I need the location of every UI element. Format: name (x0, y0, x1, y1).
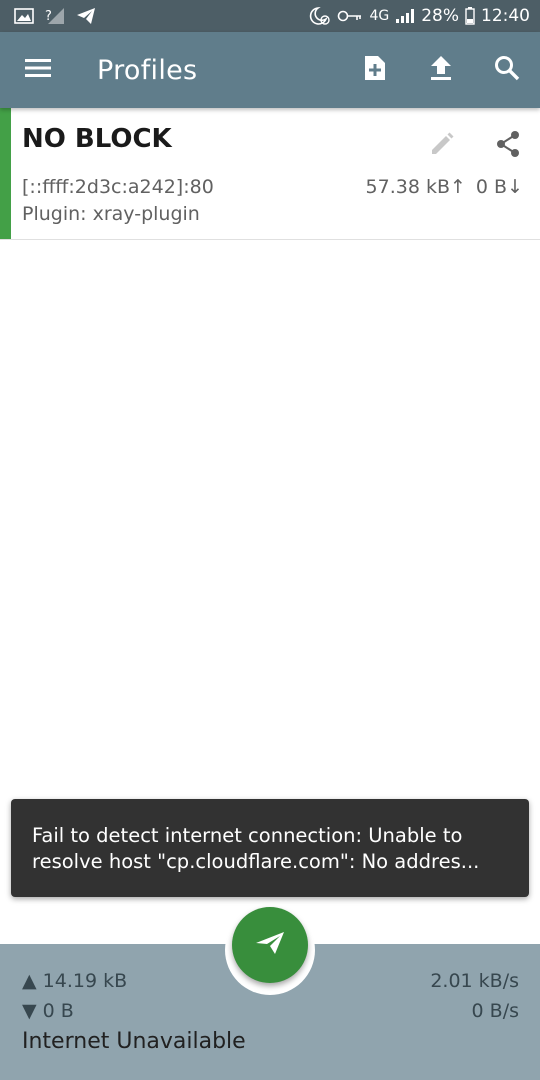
share-icon (495, 130, 521, 162)
image-icon (14, 8, 34, 24)
add-file-icon (363, 54, 387, 86)
signal-unknown-icon: ? (44, 7, 66, 25)
pencil-icon (429, 131, 455, 161)
paper-plane-icon (255, 930, 285, 960)
network-type: 4G (369, 8, 390, 24)
profile-address: [::ffff:2d3c:a242]:80 (22, 176, 214, 198)
svg-text:?: ? (45, 9, 52, 24)
search-button[interactable] (474, 32, 540, 108)
clock: 12:40 (481, 6, 530, 26)
add-profile-button[interactable] (342, 32, 408, 108)
connect-fab-button[interactable] (232, 907, 308, 983)
edit-profile-button[interactable] (420, 124, 464, 168)
upload-icon (430, 55, 452, 85)
profile-tx: 57.38 kB↑ (365, 176, 466, 198)
snackbar: Fail to detect internet connection: Unab… (11, 799, 529, 897)
profile-plugin: Plugin: xray-plugin (22, 203, 200, 225)
profile-name: NO BLOCK (22, 124, 172, 154)
connection-status: Internet Unavailable (22, 1029, 246, 1054)
tx-rate: 2.01 kB/s (430, 970, 519, 992)
status-bar: ? 4G 28% 12:40 (0, 0, 540, 32)
app-bar: Profiles (0, 32, 540, 108)
share-profile-button[interactable] (486, 124, 530, 168)
selected-indicator (0, 108, 11, 239)
rx-total: ▼ 0 B (22, 1000, 74, 1022)
status-right-icons: 4G 28% 12:40 (309, 6, 530, 26)
battery-percent: 28% (421, 6, 459, 26)
rx-rate: 0 B/s (471, 1000, 519, 1022)
battery-icon (465, 7, 475, 25)
signal-icon (395, 8, 415, 24)
telegram-icon (76, 7, 96, 25)
profile-traffic: 57.38 kB↑ 0 B↓ (366, 176, 523, 198)
import-button[interactable] (408, 32, 474, 108)
vpn-key-icon (337, 9, 363, 23)
snackbar-line-1: Fail to detect internet connection: Unab… (32, 824, 463, 847)
status-left-icons: ? (14, 7, 96, 25)
hamburger-menu-icon (25, 58, 51, 82)
tx-total: ▲ 14.19 kB (22, 970, 128, 992)
search-icon (494, 55, 520, 85)
menu-button[interactable] (0, 32, 76, 108)
page-title: Profiles (97, 54, 198, 86)
profile-rx: 0 B↓ (475, 176, 523, 198)
snackbar-line-2: resolve host "cp.cloudflare.com": No add… (32, 850, 480, 873)
alarm-icon (309, 6, 331, 26)
